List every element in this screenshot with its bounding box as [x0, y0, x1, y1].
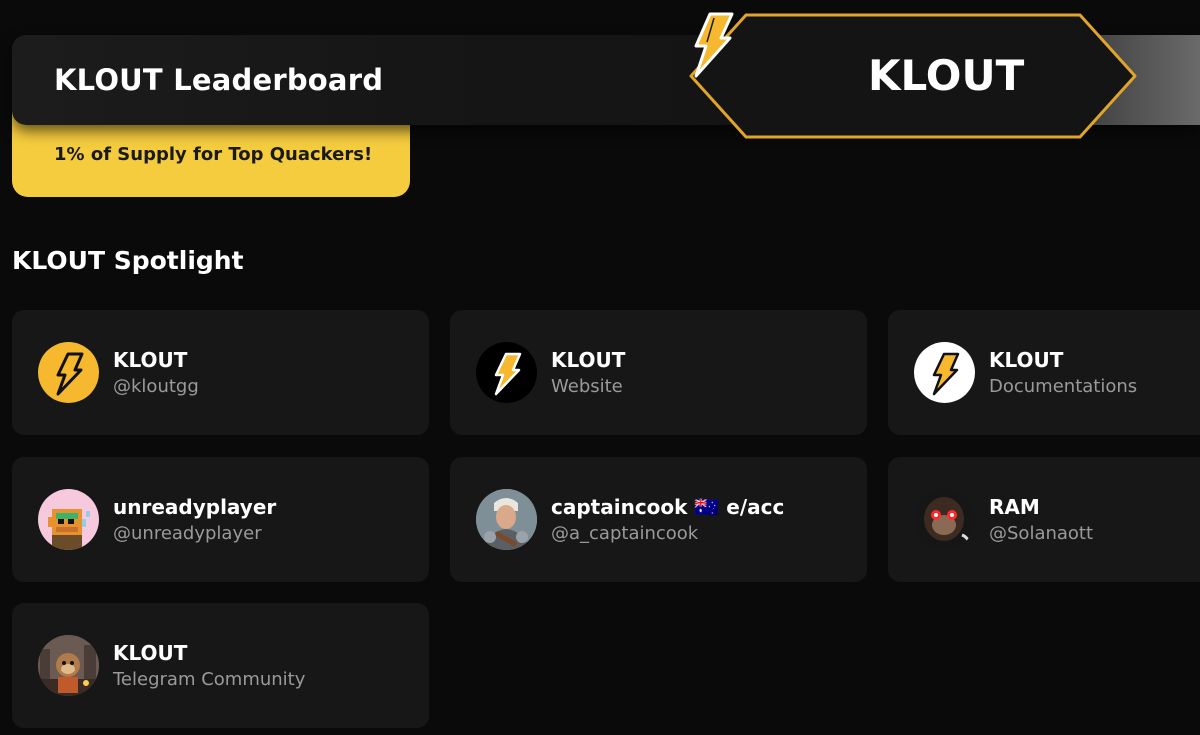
klout-badge[interactable]: KLOUT [688, 12, 1138, 140]
pixel-ape-avatar-icon [38, 489, 99, 550]
badge-text: KLOUT [868, 51, 1025, 100]
spotlight-card-unreadyplayer[interactable]: unreadyplayer @unreadyplayer [12, 457, 429, 582]
lightning-bolt-icon [694, 12, 734, 78]
card-handle: @a_captaincook [551, 523, 699, 544]
card-handle: @Solanaott [989, 523, 1094, 544]
card-name: captaincook 🇦🇺 e/acc [551, 495, 785, 519]
spotlight-card-klout-x[interactable]: KLOUT @kloutgg [12, 310, 429, 435]
spotlight-title: KLOUT Spotlight [12, 246, 244, 275]
card-link-label: Website [551, 376, 623, 397]
card-handle: @kloutgg [113, 376, 199, 397]
spotlight-card-klout-website[interactable]: KLOUT Website [450, 310, 867, 435]
klout-logo-white-icon [914, 342, 975, 403]
card-name: unreadyplayer [113, 495, 277, 519]
card-link-label: Documentations [989, 376, 1138, 397]
spotlight-card-ram[interactable]: RAM @Solanaott [888, 457, 1200, 582]
card-name: KLOUT [113, 348, 188, 372]
card-name: KLOUT [989, 348, 1064, 372]
card-handle: @unreadyplayer [113, 523, 262, 544]
spotlight-card-captaincook[interactable]: captaincook 🇦🇺 e/acc @a_captaincook [450, 457, 867, 582]
promo-text: 1% of Supply for Top Quackers! [54, 144, 373, 165]
spotlight-card-klout-telegram[interactable]: KLOUT Telegram Community [12, 603, 429, 728]
card-name: KLOUT [113, 641, 188, 665]
klout-logo-yellow-icon [38, 342, 99, 403]
card-name: RAM [989, 495, 1040, 519]
card-name: KLOUT [551, 348, 626, 372]
spotlight-card-klout-docs[interactable]: KLOUT Documentations [888, 310, 1200, 435]
card-link-label: Telegram Community [113, 669, 306, 690]
monkey-city-avatar-icon [38, 635, 99, 696]
klout-logo-black-icon [476, 342, 537, 403]
warrior-portrait-avatar-icon [476, 489, 537, 550]
laser-eyes-monkey-avatar-icon [914, 489, 975, 550]
page-title: KLOUT Leaderboard [54, 63, 384, 97]
